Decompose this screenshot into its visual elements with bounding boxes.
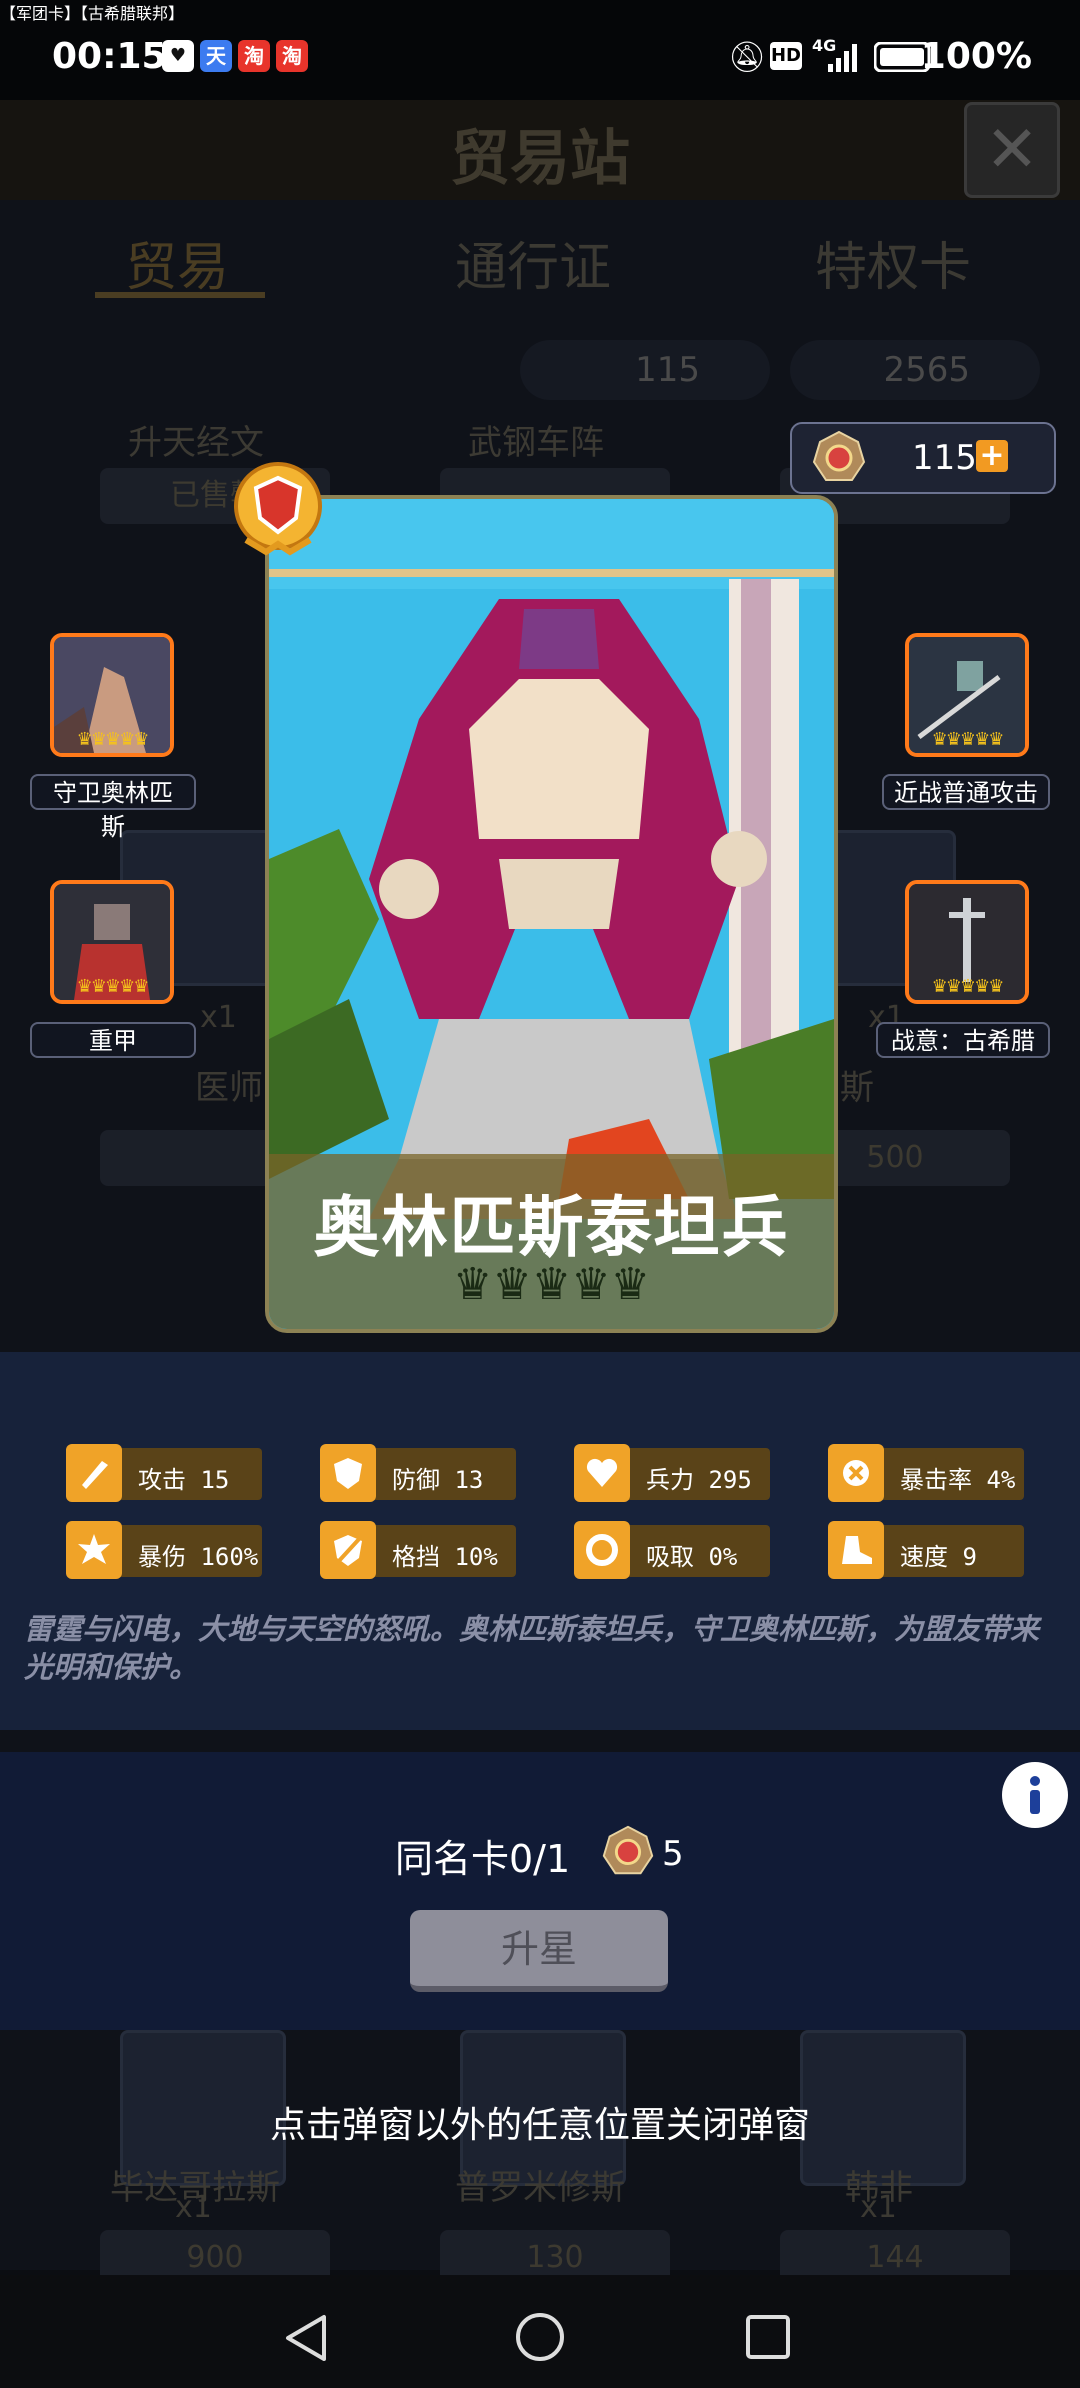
tab-pass[interactable]: 通行证: [455, 225, 611, 300]
tab-trade[interactable]: 贸易: [125, 225, 229, 300]
item-name: 斯: [840, 1068, 874, 1108]
add-currency-button[interactable]: +: [976, 440, 1008, 472]
app-icon-3: 淘: [276, 40, 308, 72]
back-icon[interactable]: [284, 2313, 328, 2363]
skill-label: 守卫奥林匹斯: [30, 774, 196, 841]
skill-guard-olympus[interactable]: ♛♛♛♛♛: [50, 633, 174, 757]
heart-app-icon: ♥: [162, 40, 194, 72]
legion-shield-badge: [234, 462, 322, 556]
tab-underline: [95, 292, 265, 298]
battery-level: 100%: [920, 36, 1032, 77]
app-icon-1: 天: [200, 40, 232, 72]
stat-crit-damage: 暴伤 160%: [66, 1521, 262, 1579]
info-icon[interactable]: [1002, 1762, 1068, 1828]
resource-gem: 2565: [790, 340, 1040, 400]
medal-icon: [812, 430, 866, 481]
stat-lifesteal: 吸取 0%: [574, 1521, 770, 1579]
skill-label: 重甲: [30, 1022, 196, 1058]
app-icon-2: 淘: [238, 40, 270, 72]
crit-icon: [828, 1444, 884, 1502]
crown-rating: ♛♛♛♛♛: [76, 729, 150, 750]
resource-medal: 115: [520, 340, 770, 400]
stat-label: 速度 9: [900, 1543, 977, 1571]
stat-label: 防御 13: [392, 1466, 484, 1494]
stat-label: 攻击 15: [138, 1466, 230, 1494]
item-name: 升天经文: [128, 423, 264, 463]
skill-melee-attack[interactable]: ♛♛♛♛♛: [905, 633, 1029, 757]
page-title: 贸易站: [450, 124, 630, 194]
navigation-bar: [0, 2275, 1080, 2388]
home-icon[interactable]: [514, 2311, 566, 2363]
tab-privilege[interactable]: 特权卡: [815, 225, 971, 300]
crown-rating: ♛♛♛♛♛: [931, 729, 1005, 750]
recents-icon[interactable]: [744, 2313, 792, 2361]
item-name: 武钢车阵: [468, 423, 604, 463]
stat-label: 格挡 10%: [392, 1543, 498, 1571]
crown-rating: ♛♛♛♛♛: [931, 976, 1005, 997]
item-name: 普罗米修斯: [455, 2168, 625, 2208]
stat-block: 格挡 10%: [320, 1521, 516, 1579]
drain-icon: [574, 1521, 630, 1579]
currency-value: 115: [912, 438, 977, 478]
upgrade-cost: 5: [662, 1834, 684, 1874]
card-description: 雷霆与闪电，大地与天空的怒吼。奥林匹斯泰坦兵，守卫奥林匹斯，为盟友带来光明和保护…: [24, 1612, 1040, 1684]
stat-label: 暴击率 4%: [900, 1466, 1016, 1494]
skill-heavy-armor[interactable]: ♛♛♛♛♛: [50, 880, 174, 1004]
item-count: x1: [200, 1000, 237, 1035]
card-factions: 【军团卡】【古希腊联邦】: [0, 4, 185, 23]
card-name: 奥林匹斯泰坦兵: [313, 1189, 790, 1266]
skill-battle-will[interactable]: ♛♛♛♛♛: [905, 880, 1029, 1004]
card-crown-rating: ♛♛♛♛♛: [452, 1259, 651, 1310]
stat-label: 吸取 0%: [646, 1543, 738, 1571]
stat-label: 兵力 295: [646, 1466, 752, 1494]
item-name: 医师: [195, 1068, 263, 1108]
boot-icon: [828, 1521, 884, 1579]
burst-icon: [66, 1521, 122, 1579]
item-name: 韩非: [845, 2168, 913, 2208]
item-name: 毕达哥拉斯: [110, 2168, 280, 2208]
hd-icon: HD: [770, 42, 802, 70]
hero-card: 奥林匹斯泰坦兵 ♛♛♛♛♛: [265, 495, 838, 1333]
close-button[interactable]: ✕: [964, 102, 1060, 198]
medal-icon: [602, 1825, 654, 1875]
skill-label: 战意：古希腊: [876, 1022, 1050, 1058]
sword-icon: [66, 1444, 122, 1502]
status-time: 00:15: [52, 36, 167, 77]
signal-icon: [828, 44, 857, 72]
skill-label: 近战普通攻击: [882, 774, 1050, 810]
stat-attack: 攻击 15: [66, 1444, 262, 1502]
shield-icon: [320, 1444, 376, 1502]
close-hint: 点击弹窗以外的任意位置关闭弹窗: [269, 2105, 810, 2146]
stat-speed: 速度 9: [828, 1521, 1024, 1579]
stat-defense: 防御 13: [320, 1444, 516, 1502]
stat-label: 暴伤 160%: [138, 1543, 259, 1571]
block-icon: [320, 1521, 376, 1579]
duplicate-card-count: 同名卡0/1: [395, 1837, 571, 1881]
currency-pill[interactable]: 115 +: [790, 422, 1056, 494]
stat-troops: 兵力 295: [574, 1444, 770, 1502]
upgrade-star-button[interactable]: 升星: [410, 1910, 668, 1992]
mute-icon: 🔕︎: [728, 40, 767, 75]
crown-rating: ♛♛♛♛♛: [76, 976, 150, 997]
heart-icon: [574, 1444, 630, 1502]
stat-crit-rate: 暴击率 4%: [828, 1444, 1024, 1502]
